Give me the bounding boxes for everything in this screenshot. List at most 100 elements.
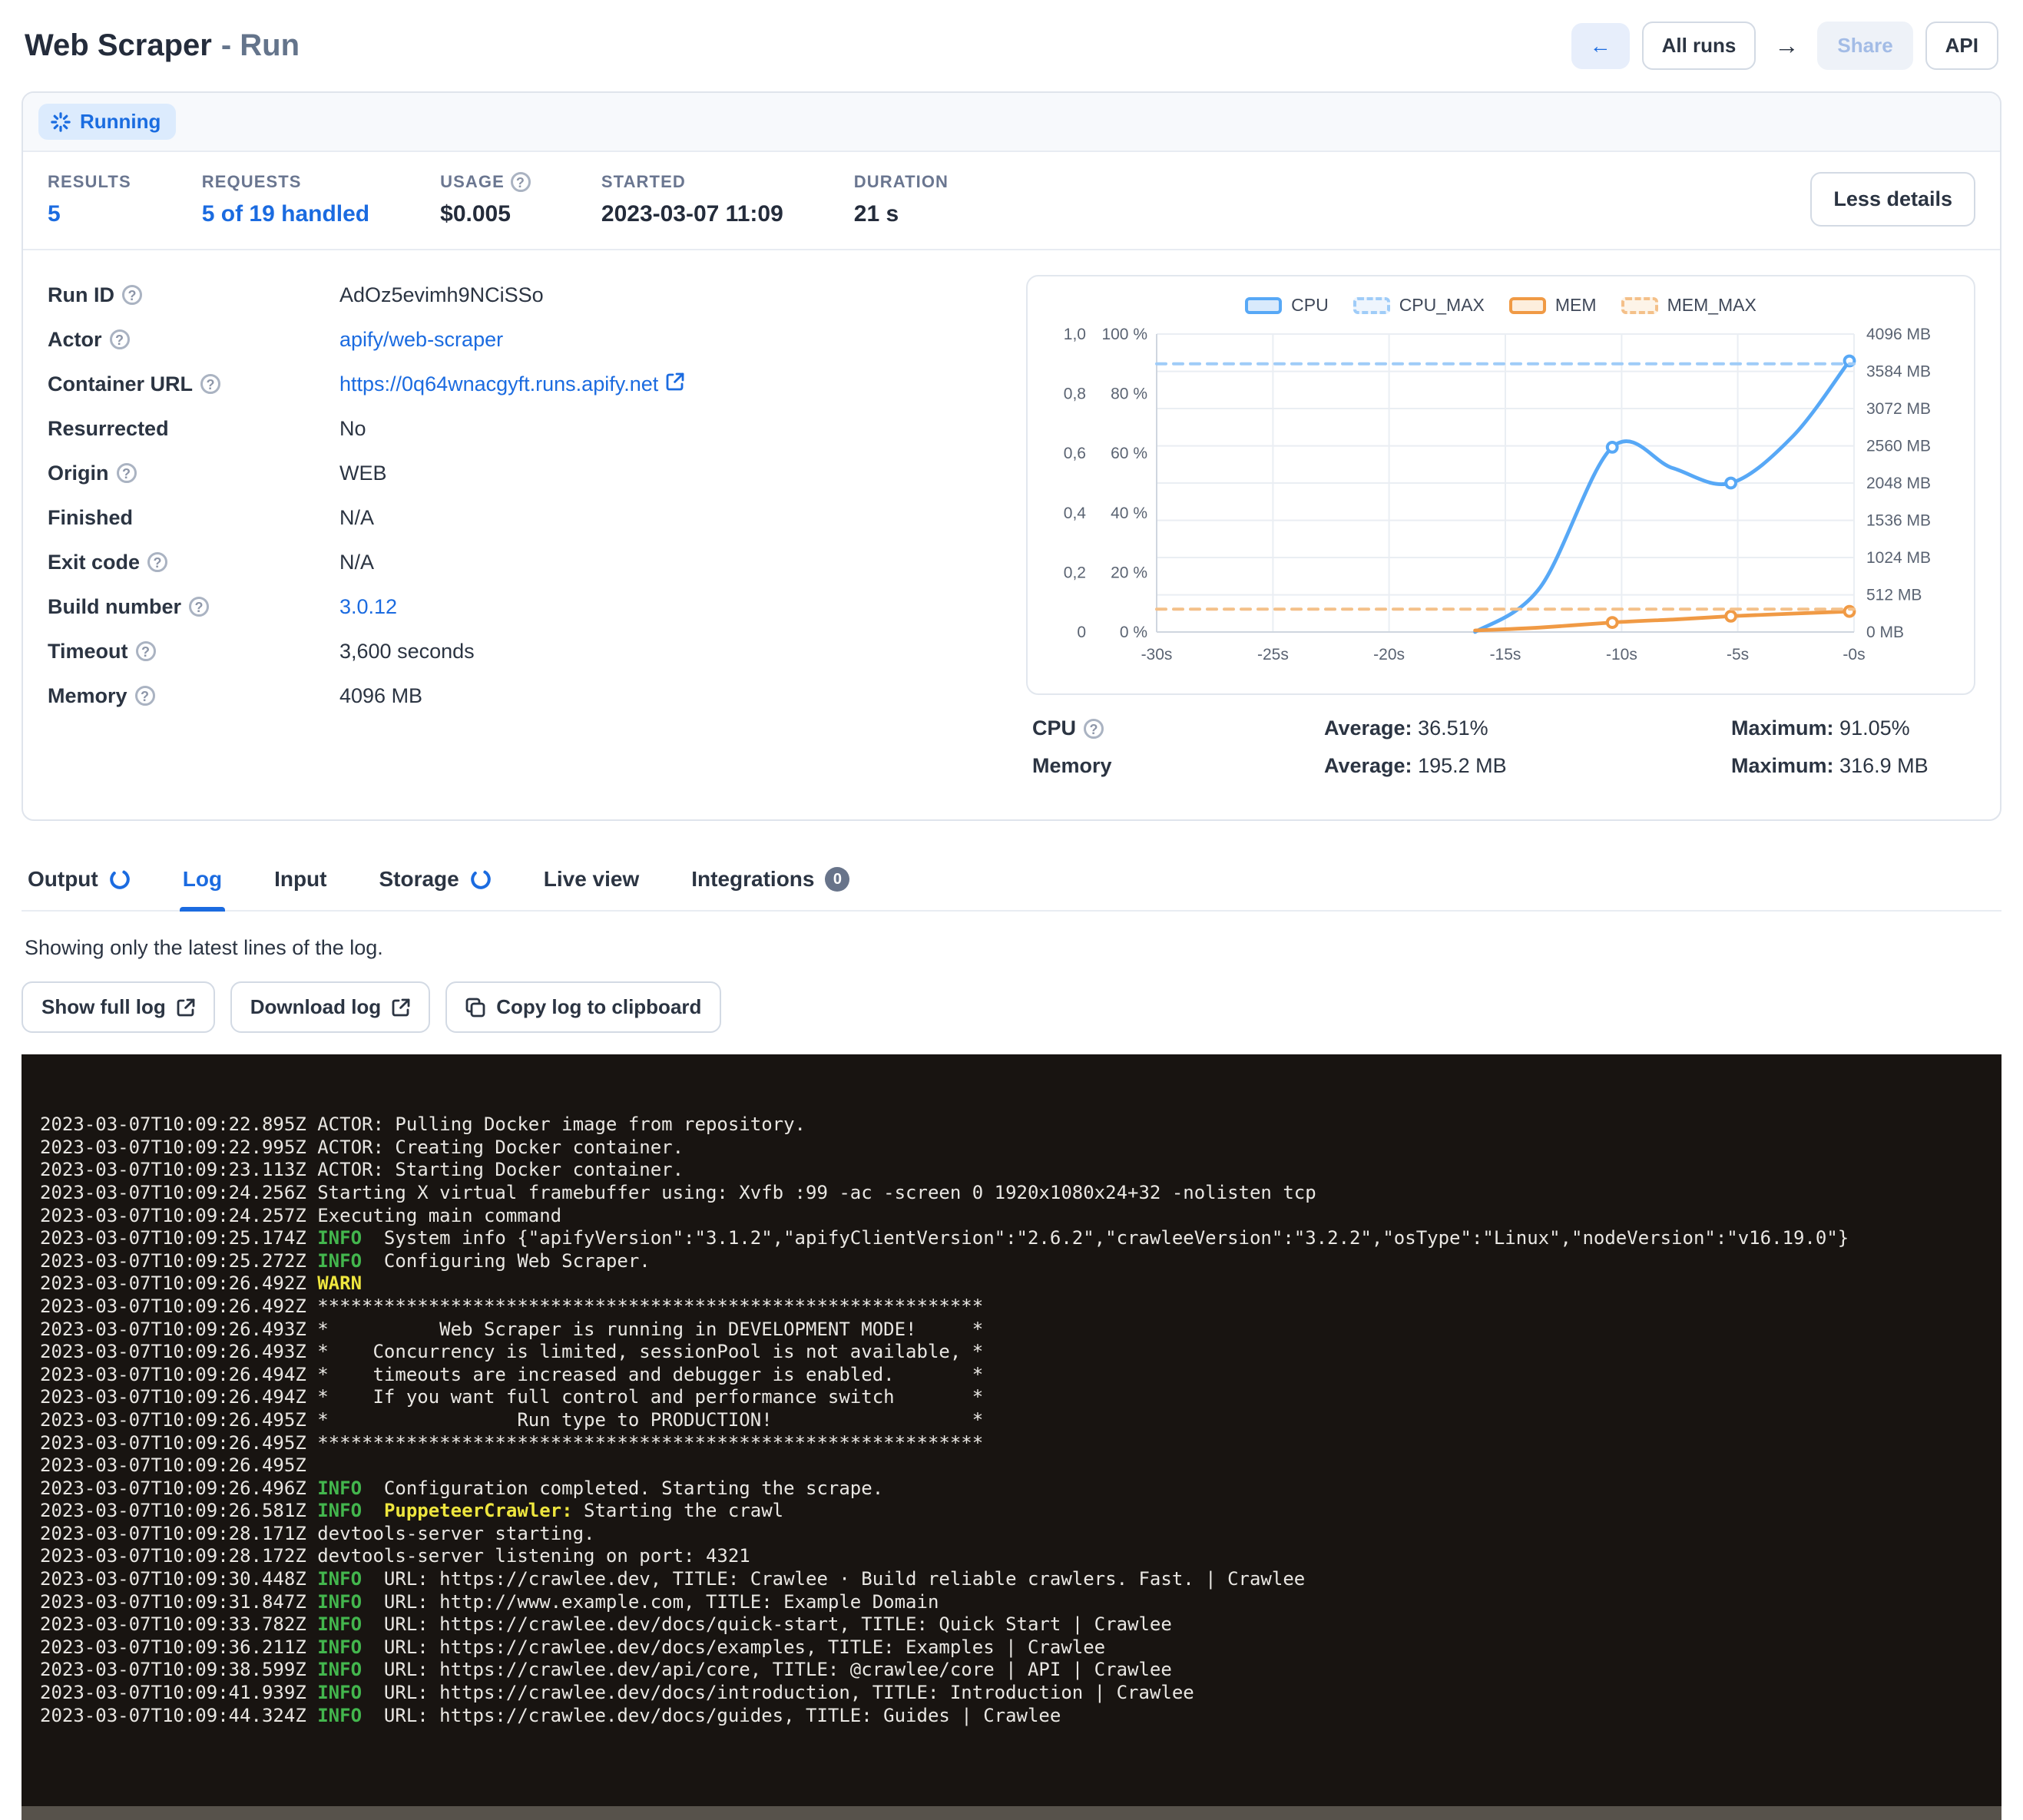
legend-swatch xyxy=(1353,297,1390,314)
log-line: 2023-03-07T10:09:44.324Z INFO URL: https… xyxy=(40,1705,2001,1728)
log-line: 2023-03-07T10:09:41.939Z INFO URL: https… xyxy=(40,1682,2001,1705)
stat-label: DURATION xyxy=(854,172,949,192)
stat-value: $0.005 xyxy=(440,201,531,227)
detail-value: 3,600 seconds xyxy=(339,640,475,663)
cpu-memory-chart: 1,00,80,60,40,20100 %80 %60 %40 %20 %0 %… xyxy=(1040,322,1949,684)
log-lines: 2023-03-07T10:09:22.895Z ACTOR: Pulling … xyxy=(40,1114,2001,1727)
log-line: 2023-03-07T10:09:23.113Z ACTOR: Starting… xyxy=(40,1159,2001,1182)
detail-value-link[interactable]: apify/web-scraper xyxy=(339,328,503,352)
tab-storage[interactable]: Storage xyxy=(376,867,494,910)
tab-label: Storage xyxy=(379,867,459,892)
detail-value: N/A xyxy=(339,506,374,530)
log-terminal[interactable]: 2023-03-07T10:09:22.895Z ACTOR: Pulling … xyxy=(22,1054,2001,1820)
log-line: 2023-03-07T10:09:26.495Z xyxy=(40,1454,2001,1478)
help-icon[interactable]: ? xyxy=(1084,719,1104,739)
stat-requests: REQUESTS5 of 19 handled xyxy=(202,172,369,227)
svg-text:0,6: 0,6 xyxy=(1064,445,1086,462)
log-line: 2023-03-07T10:09:26.496Z INFO Configurat… xyxy=(40,1478,2001,1501)
svg-text:3072 MB: 3072 MB xyxy=(1866,400,1931,418)
metrics-summary: CPU? Average: 36.51% Maximum: 91.05% Mem… xyxy=(1026,716,1975,778)
page-title-actor: Web Scraper xyxy=(25,28,212,62)
help-icon[interactable]: ? xyxy=(147,552,167,572)
detail-value: No xyxy=(339,417,366,441)
log-line: 2023-03-07T10:09:26.492Z ***************… xyxy=(40,1296,2001,1319)
detail-value: N/A xyxy=(339,551,374,574)
next-run-button[interactable]: → xyxy=(1768,28,1805,63)
tab-log[interactable]: Log xyxy=(180,867,225,910)
copy-icon xyxy=(465,998,485,1018)
help-icon[interactable]: ? xyxy=(110,329,130,349)
help-icon[interactable]: ? xyxy=(136,641,156,661)
help-icon[interactable]: ? xyxy=(200,374,220,394)
log-line: 2023-03-07T10:09:36.211Z INFO URL: https… xyxy=(40,1636,2001,1660)
detail-label: Exit code? xyxy=(48,551,339,574)
page-title-run: - Run xyxy=(221,28,300,62)
legend-label: MEM_MAX xyxy=(1667,295,1756,316)
log-line: 2023-03-07T10:09:25.174Z INFO System inf… xyxy=(40,1227,2001,1250)
tab-label: Integrations xyxy=(691,867,814,892)
cpu-metrics-row: CPU? Average: 36.51% Maximum: 91.05% xyxy=(1032,716,1975,740)
stats-row: RESULTS5REQUESTS5 of 19 handledUSAGE?$0.… xyxy=(23,152,2000,250)
help-icon[interactable]: ? xyxy=(117,463,137,483)
svg-text:2560 MB: 2560 MB xyxy=(1866,438,1931,455)
less-details-button[interactable]: Less details xyxy=(1810,172,1975,227)
log-line: 2023-03-07T10:09:26.495Z * Run type to P… xyxy=(40,1409,2001,1432)
detail-value-link[interactable]: https://0q64wnacgyft.runs.apify.net xyxy=(339,372,684,396)
svg-text:-30s: -30s xyxy=(1141,646,1173,663)
detail-label: Finished xyxy=(48,506,339,530)
detail-row-finished: FinishedN/A xyxy=(48,504,989,531)
legend-item-cpu: CPU xyxy=(1245,295,1329,316)
log-line: 2023-03-07T10:09:33.782Z INFO URL: https… xyxy=(40,1613,2001,1636)
chart-column: CPUCPU_MAXMEMMEM_MAX 1,00,80,60,40,20100… xyxy=(1026,275,1975,792)
horizontal-scrollbar[interactable] xyxy=(22,1806,2001,1820)
stat-label: USAGE? xyxy=(440,172,531,192)
memory-maximum: Maximum: 316.9 MB xyxy=(1731,754,1975,778)
help-icon[interactable]: ? xyxy=(189,597,209,617)
all-runs-button[interactable]: All runs xyxy=(1642,22,1756,70)
detail-row-memory: Memory?4096 MB xyxy=(48,682,989,710)
log-line: 2023-03-07T10:09:26.495Z ***************… xyxy=(40,1432,2001,1455)
svg-text:60 %: 60 % xyxy=(1111,445,1147,462)
memory-average: Average: 195.2 MB xyxy=(1324,754,1731,778)
page-title: Web Scraper - Run xyxy=(25,28,300,63)
tab-output[interactable]: Output xyxy=(25,867,134,910)
run-detail-body: Run ID?AdOz5evimh9NCiSSoActor?apify/web-… xyxy=(23,250,2000,819)
stat-value[interactable]: 5 xyxy=(48,201,131,227)
topbar-actions: ← All runs → Share API xyxy=(1571,22,1998,70)
copy-log-button[interactable]: Copy log to clipboard xyxy=(445,981,721,1033)
detail-value: AdOz5evimh9NCiSSo xyxy=(339,283,544,307)
legend-item-cpu-max: CPU_MAX xyxy=(1353,295,1485,316)
svg-text:1,0: 1,0 xyxy=(1064,326,1086,343)
tab-label: Input xyxy=(274,867,326,892)
show-full-log-button[interactable]: Show full log xyxy=(22,981,215,1033)
svg-text:40 %: 40 % xyxy=(1111,505,1147,522)
svg-text:1536 MB: 1536 MB xyxy=(1866,512,1931,530)
detail-value-link[interactable]: 3.0.12 xyxy=(339,595,397,619)
stat-value[interactable]: 5 of 19 handled xyxy=(202,201,369,227)
run-card: Running RESULTS5REQUESTS5 of 19 handledU… xyxy=(22,91,2001,821)
svg-text:-10s: -10s xyxy=(1606,646,1637,663)
svg-text:512 MB: 512 MB xyxy=(1866,587,1922,604)
tab-live-view[interactable]: Live view xyxy=(541,867,643,910)
svg-text:-25s: -25s xyxy=(1257,646,1289,663)
external-link-icon xyxy=(177,998,195,1017)
tab-integrations[interactable]: Integrations0 xyxy=(688,867,853,910)
detail-row-build-number: Build number?3.0.12 xyxy=(48,593,989,620)
help-icon[interactable]: ? xyxy=(135,686,155,706)
memory-metrics-row: Memory Average: 195.2 MB Maximum: 316.9 … xyxy=(1032,754,1975,778)
legend-swatch xyxy=(1245,297,1282,314)
detail-row-run-id: Run ID?AdOz5evimh9NCiSSo xyxy=(48,281,989,309)
stat-label: STARTED xyxy=(601,172,783,192)
svg-text:-0s: -0s xyxy=(1843,646,1865,663)
detail-label: Container URL? xyxy=(48,372,339,396)
svg-text:-15s: -15s xyxy=(1490,646,1521,663)
tab-input[interactable]: Input xyxy=(271,867,329,910)
api-button[interactable]: API xyxy=(1925,22,1998,70)
download-log-button[interactable]: Download log xyxy=(230,981,430,1033)
share-button[interactable]: Share xyxy=(1817,22,1912,70)
dataset-circle-icon xyxy=(109,869,131,890)
help-icon[interactable]: ? xyxy=(511,172,531,192)
help-icon[interactable]: ? xyxy=(122,285,142,305)
tab-label: Live view xyxy=(544,867,640,892)
previous-run-button[interactable]: ← xyxy=(1571,23,1630,69)
